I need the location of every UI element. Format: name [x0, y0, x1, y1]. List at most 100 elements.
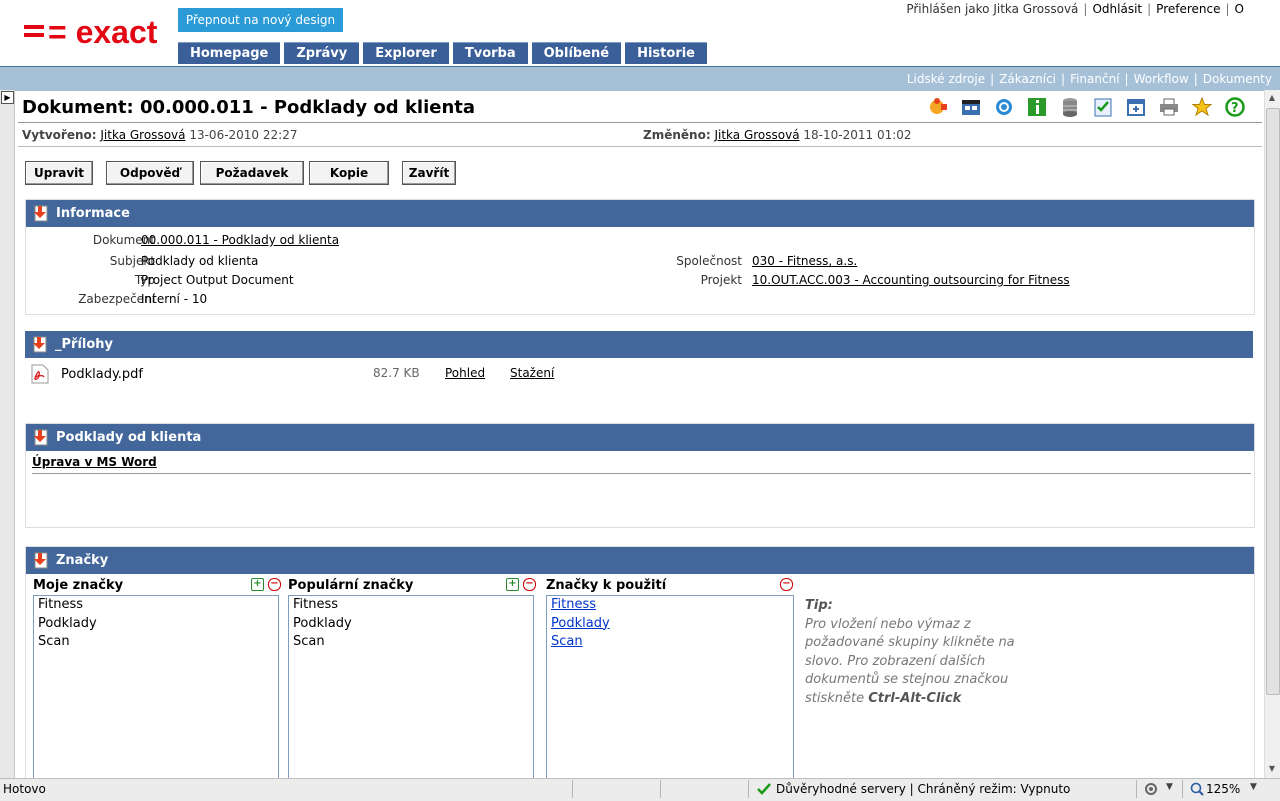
sub-nav-workflow[interactable]: Workflow — [1134, 72, 1189, 86]
status-divider — [1136, 780, 1137, 798]
content-panel-header: Podklady od klienta — [26, 424, 1254, 451]
edit-in-word-link[interactable]: Úprava v MS Word — [32, 455, 157, 469]
popular-tag-item[interactable]: Scan — [289, 633, 533, 652]
zoom-dropdown-icon[interactable]: ▼ — [1250, 782, 1257, 792]
divider — [18, 146, 1262, 147]
scroll-up-icon[interactable]: ▲ — [1265, 91, 1279, 105]
add-my-tag-icon[interactable]: + — [251, 578, 264, 591]
section-toggle-icon[interactable] — [31, 335, 51, 355]
popular-tags-title: Populární značky — [288, 578, 414, 593]
tags-tip: Tip: Pro vložení nebo výmaz z požadované… — [805, 597, 1035, 709]
info-panel-title: Informace — [56, 206, 130, 221]
zoom-level[interactable]: 125% — [1206, 782, 1240, 796]
status-divider — [1182, 780, 1183, 798]
new-design-button[interactable]: Přepnout na nový design — [178, 8, 343, 32]
remove-used-tag-icon[interactable]: − — [780, 578, 793, 591]
request-button[interactable]: Požadavek — [200, 161, 304, 185]
database-icon[interactable] — [1058, 96, 1082, 118]
sub-nav-hr[interactable]: Lidské zdroje — [907, 72, 985, 86]
popular-tag-item[interactable]: Podklady — [289, 615, 533, 634]
tip-shortcut: Ctrl-Alt-Click — [868, 690, 962, 706]
used-tag-link[interactable]: Podklady — [547, 615, 793, 634]
preferences-link[interactable]: Preference — [1156, 2, 1220, 16]
used-tags-title: Značky k použití — [546, 578, 667, 593]
sub-nav-documents[interactable]: Dokumenty — [1203, 72, 1272, 86]
info-icon[interactable] — [1025, 96, 1049, 118]
nav-zpravy[interactable]: Zprávy — [284, 42, 360, 64]
browser-status-bar — [0, 778, 1280, 801]
used-tag-link[interactable]: Scan — [547, 633, 793, 652]
info-panel-header: Informace — [26, 200, 1254, 227]
main-nav: Homepage Zprávy Explorer Tvorba Oblíbené… — [178, 42, 707, 64]
section-toggle-icon[interactable] — [32, 204, 52, 224]
tags-panel-title: Značky — [56, 553, 109, 568]
add-window-icon[interactable] — [1124, 96, 1148, 118]
left-side-strip — [0, 90, 15, 778]
puzzle-icon[interactable] — [926, 96, 950, 118]
my-tag-item[interactable]: Podklady — [34, 615, 278, 634]
exact-logo[interactable]: = exact — [22, 14, 162, 50]
popup-settings-dropdown-icon[interactable]: ▼ — [1166, 782, 1173, 792]
checklist-icon[interactable] — [1091, 96, 1115, 118]
trusted-check-icon — [757, 783, 771, 795]
zoom-icon[interactable] — [1190, 782, 1204, 796]
sub-nav-financial[interactable]: Finanční — [1070, 72, 1119, 86]
status-text: Hotovo — [3, 782, 46, 796]
created-by-link[interactable]: Jitka Grossová — [100, 128, 185, 142]
attachment-file-name: Podklady.pdf — [61, 367, 143, 382]
content-panel-title: Podklady od klienta — [56, 430, 202, 445]
changed-label: Změněno: — [643, 128, 711, 142]
reply-button[interactable]: Odpověď — [106, 161, 194, 185]
about-link[interactable]: O — [1235, 2, 1244, 16]
remove-my-tag-icon[interactable]: − — [268, 578, 281, 591]
close-button[interactable]: Zavřít — [402, 161, 456, 185]
nav-tvorba[interactable]: Tvorba — [452, 42, 528, 64]
popular-tags-list: Fitness Podklady Scan — [288, 595, 534, 787]
tip-title: Tip: — [805, 598, 833, 613]
dokument-link[interactable]: 00.000.011 - Podklady od klienta — [141, 233, 339, 247]
changed-info: Změněno: Jitka Grossová 18-10-2011 01:02 — [643, 128, 912, 142]
status-divider — [660, 780, 661, 798]
nav-oblibene[interactable]: Oblíbené — [531, 42, 622, 64]
status-divider — [748, 780, 749, 798]
my-tag-item[interactable]: Scan — [34, 633, 278, 652]
scrollbar-thumb[interactable] — [1266, 108, 1280, 695]
nav-homepage[interactable]: Homepage — [178, 42, 281, 64]
copy-button[interactable]: Kopie — [309, 161, 389, 185]
status-divider — [572, 780, 573, 798]
changed-by-link[interactable]: Jitka Grossová — [714, 128, 799, 142]
expand-menu-icon[interactable]: ▶ — [1, 91, 14, 104]
attachment-view-link[interactable]: Pohled — [445, 366, 485, 380]
attachments-panel-title: _Přílohy — [55, 337, 114, 352]
toolbar-icons: ? — [926, 96, 1247, 118]
popular-tag-item[interactable]: Fitness — [289, 596, 533, 615]
popup-settings-icon[interactable] — [1144, 782, 1160, 796]
scroll-down-icon[interactable]: ▼ — [1265, 762, 1279, 776]
refresh-globe-icon[interactable] — [992, 96, 1016, 118]
sub-nav-customers[interactable]: Zákazníci — [999, 72, 1056, 86]
add-popular-tag-icon[interactable]: + — [506, 578, 519, 591]
print-icon[interactable] — [1157, 96, 1181, 118]
projekt-link[interactable]: 10.OUT.ACC.003 - Accounting outsourcing … — [752, 273, 1070, 287]
pdf-file-icon — [31, 364, 49, 384]
favorite-star-icon[interactable] — [1190, 96, 1214, 118]
section-toggle-icon[interactable] — [32, 551, 52, 571]
logout-link[interactable]: Odhlásit — [1092, 2, 1142, 16]
spolecnost-link[interactable]: 030 - Fitness, a.s. — [752, 254, 857, 268]
help-icon[interactable]: ? — [1223, 96, 1247, 118]
security-zone-text[interactable]: Důvěryhodné servery | Chráněný režim: Vy… — [776, 782, 1070, 796]
nav-explorer[interactable]: Explorer — [363, 42, 449, 64]
zabezpeceni-value: Interní - 10 — [141, 292, 208, 306]
edit-button[interactable]: Upravit — [25, 161, 93, 185]
used-tag-link[interactable]: Fitness — [547, 596, 793, 615]
nav-historie[interactable]: Historie — [625, 42, 707, 64]
my-tag-item[interactable]: Fitness — [34, 596, 278, 615]
typ-value: Project Output Document — [141, 273, 294, 287]
changed-at: 18-10-2011 01:02 — [803, 128, 912, 142]
info-panel: Informace Dokument 00.000.011 - Podklady… — [25, 199, 1255, 315]
attachment-download-link[interactable]: Stažení — [510, 366, 554, 380]
remove-popular-tag-icon[interactable]: − — [523, 578, 536, 591]
section-toggle-icon[interactable] — [32, 428, 52, 448]
divider — [18, 122, 1262, 123]
clapboard-icon[interactable] — [959, 96, 983, 118]
